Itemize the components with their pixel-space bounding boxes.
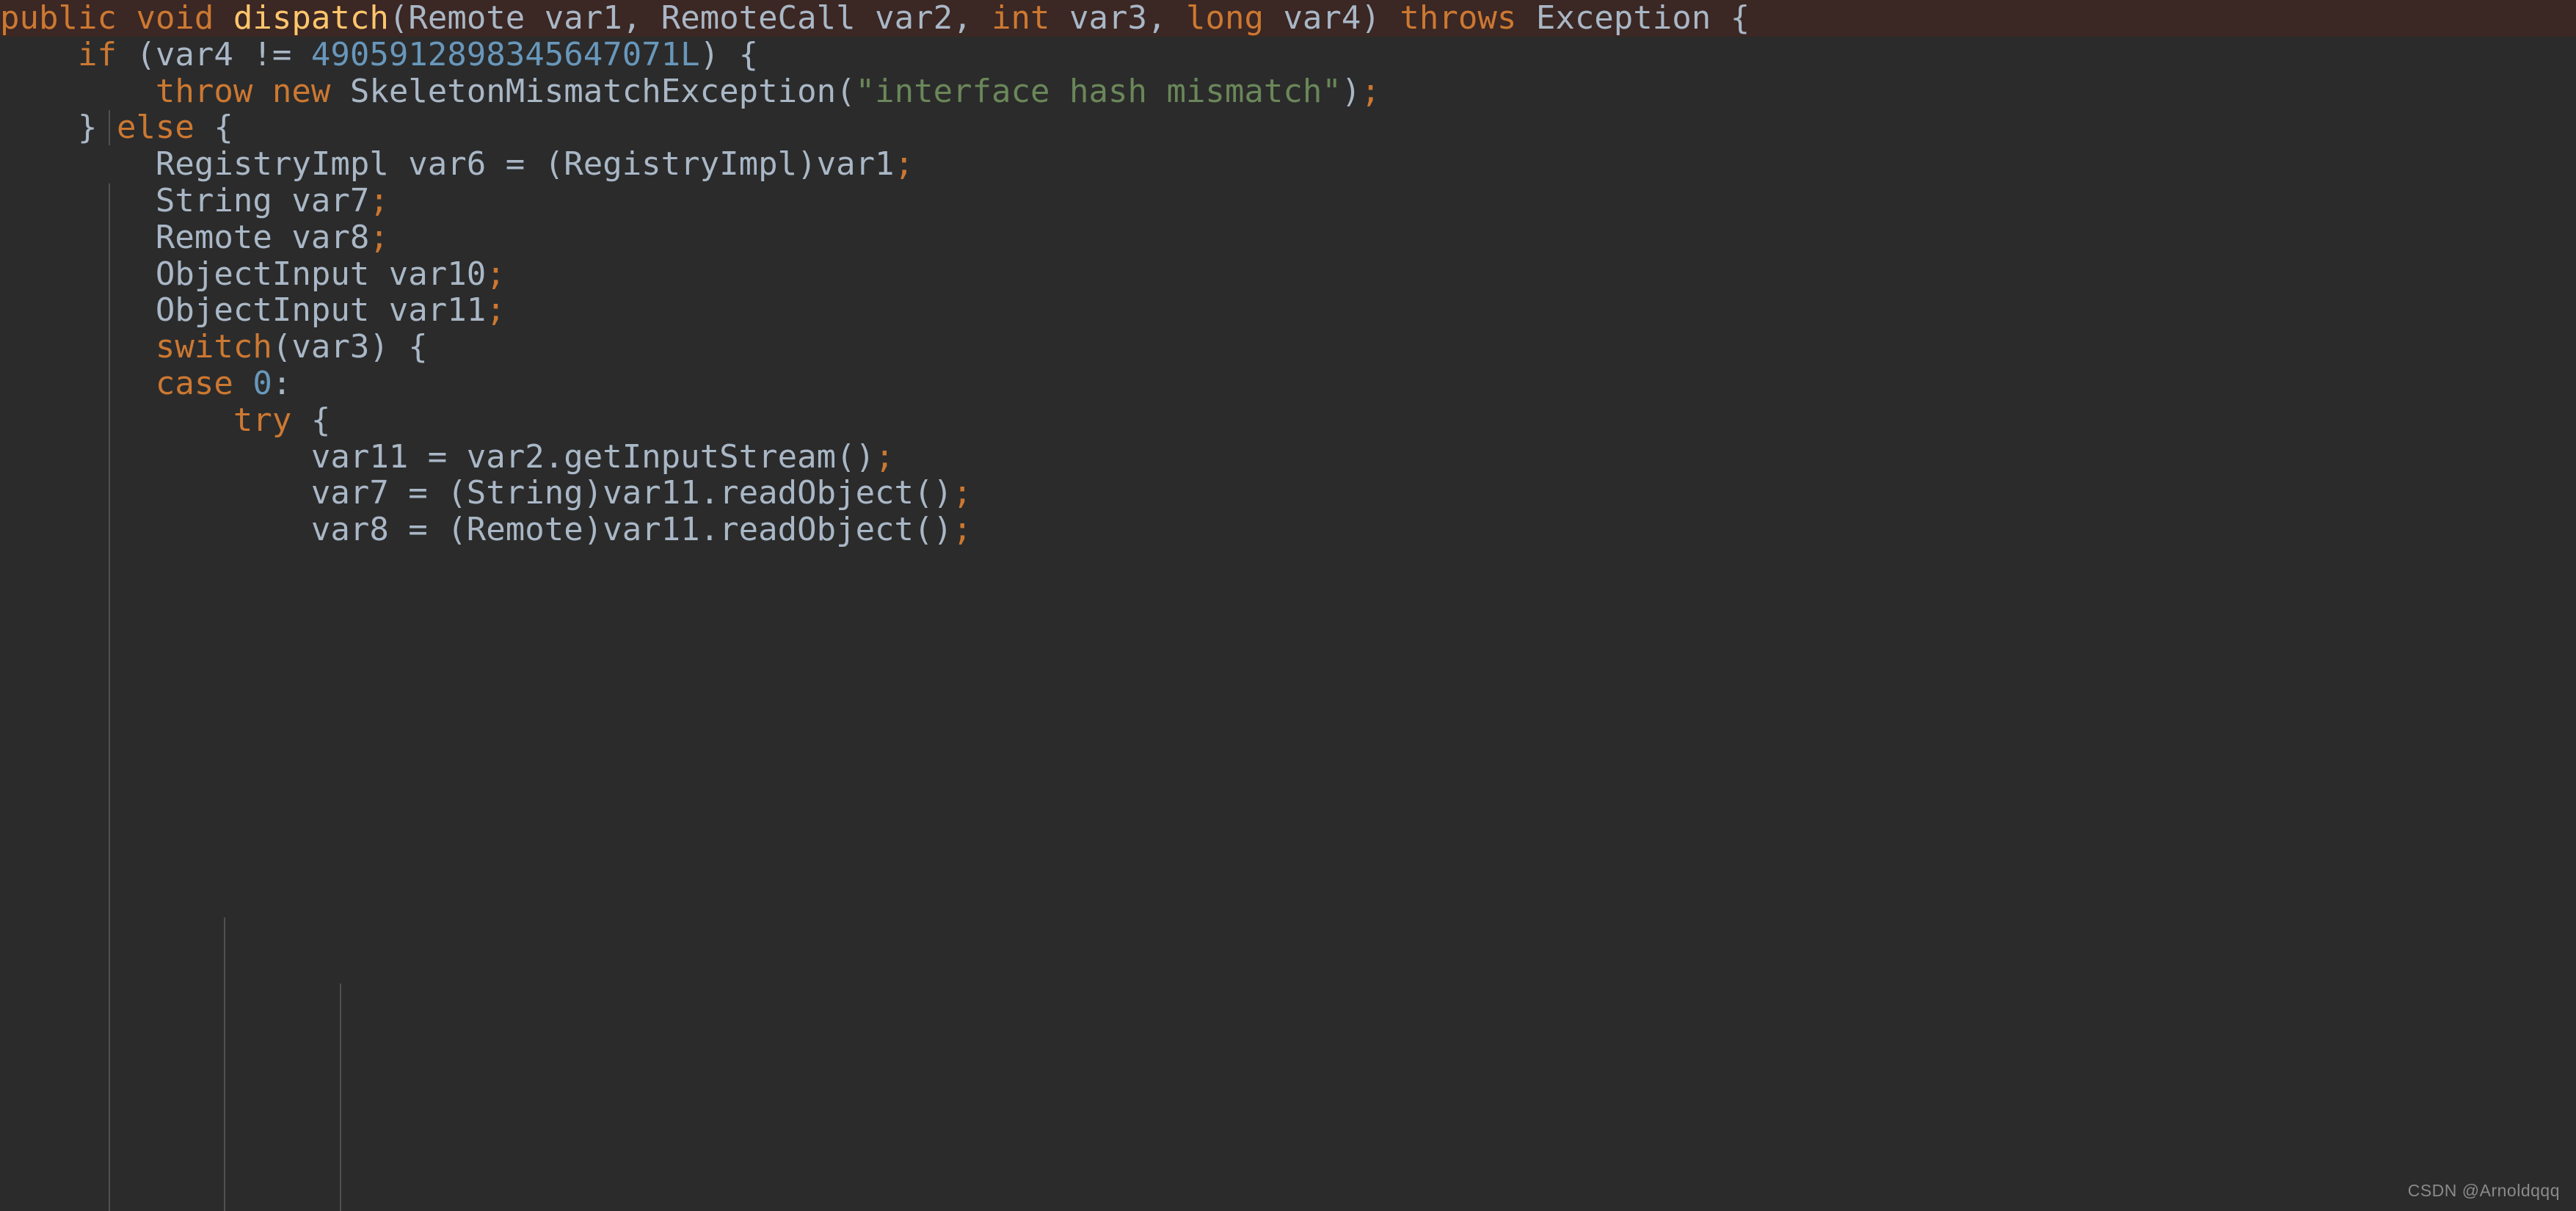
code-token-method: dispatch <box>233 0 389 37</box>
code-token-ident: var3, <box>1049 0 1186 37</box>
code-token-keyword: throws <box>1400 0 1517 37</box>
code-token-ident: var11 = var2.getInputStream() <box>310 437 876 476</box>
code-token-semi: ; <box>953 474 972 512</box>
code-token-ident: Remote var1, RemoteCall var2, <box>408 0 992 37</box>
code-token-keyword: throw <box>155 72 253 110</box>
code-token-ident: } <box>77 109 117 147</box>
code-token-ident: SkeletonMismatchException( <box>330 72 856 110</box>
code-line[interactable]: ObjectInput var11; <box>0 292 2576 329</box>
indent-guide <box>340 983 341 1211</box>
code-line[interactable]: var11 = var2.getInputStream(); <box>0 437 2576 476</box>
code-line[interactable]: ObjectInput var10; <box>0 255 2576 293</box>
code-line[interactable]: switch(var3) { <box>0 329 2576 366</box>
code-token-semi: ; <box>486 255 506 293</box>
code-token-semi: ; <box>1361 72 1380 110</box>
code-token-ident: var8 = (Remote)var11.readObject() <box>310 511 953 549</box>
code-token-semi: ; <box>953 511 972 549</box>
code-token-keyword: new <box>272 72 331 110</box>
code-token-ident: var7 = (String)var11.readObject() <box>310 474 953 512</box>
code-line[interactable]: String var7; <box>0 183 2576 219</box>
code-line[interactable]: public void dispatch(Remote var1, Remote… <box>0 0 2576 37</box>
code-line[interactable]: var8 = (Remote)var11.readObject(); <box>0 512 2576 548</box>
watermark-label: CSDN @Arnoldqqq <box>2407 1181 2560 1200</box>
code-token-ident: { <box>291 401 331 439</box>
code-token-semi: ; <box>369 181 389 219</box>
code-token-ident: ObjectInput var10 <box>155 255 487 293</box>
code-token-keyword: try <box>233 401 292 439</box>
code-token-keyword: void <box>136 0 214 37</box>
code-token-ident: String var7 <box>155 181 370 219</box>
code-token-string: "interface hash mismatch" <box>855 72 1342 110</box>
code-token-ident: Remote var8 <box>155 218 370 256</box>
code-token-keyword: else <box>116 109 194 147</box>
code-editor[interactable]: public void dispatch(Remote var1, Remote… <box>0 0 2576 1211</box>
code-token-semi: ; <box>369 218 389 256</box>
code-line[interactable]: if (var4 != 4905912898345647071L) { <box>0 35 2576 73</box>
code-token-ident: (var4 != <box>116 35 311 73</box>
code-token-keyword: case <box>155 364 233 402</box>
code-line[interactable]: RegistryImpl var6 = (RegistryImpl)var1; <box>0 146 2576 183</box>
code-line[interactable]: try { <box>0 401 2576 439</box>
code-token-semi: ; <box>894 145 914 183</box>
indent-guide <box>224 917 225 1211</box>
code-token-ident: (var3) { <box>272 328 428 366</box>
code-token-semi: ; <box>486 291 506 330</box>
code-token-semi: ; <box>875 437 895 476</box>
code-token-ident: Exception { <box>1516 0 1750 37</box>
code-token-ident: ) <box>1341 72 1361 110</box>
code-token-keyword: long <box>1185 0 1264 37</box>
code-token-ident: ObjectInput var11 <box>155 291 487 330</box>
code-token-number: 0 <box>252 364 272 402</box>
code-token-ident: ) { <box>699 35 759 73</box>
code-token-ident: var4) <box>1263 0 1400 37</box>
code-line[interactable]: } else { <box>0 109 2576 146</box>
code-lines[interactable]: public void dispatch(Remote var1, Remote… <box>0 0 2576 548</box>
code-token-keyword: int <box>992 0 1050 37</box>
code-token-ident: : <box>272 364 292 402</box>
code-line[interactable]: Remote var8; <box>0 219 2576 256</box>
code-token-ident: { <box>194 109 233 147</box>
code-token-number: 4905912898345647071L <box>310 35 700 73</box>
code-token-punct: ( <box>388 0 409 37</box>
code-token-ident: RegistryImpl var6 = (RegistryImpl)var1 <box>155 145 895 183</box>
code-token-keyword: switch <box>155 328 272 366</box>
code-token-keyword: if <box>77 35 117 73</box>
code-line[interactable]: case 0: <box>0 366 2576 402</box>
code-line[interactable]: throw new SkeletonMismatchException("int… <box>0 73 2576 110</box>
code-line[interactable]: var7 = (String)var11.readObject(); <box>0 475 2576 512</box>
code-lines-container[interactable]: public void dispatch(Remote var1, Remote… <box>0 0 2576 1211</box>
code-token-keyword: public <box>0 0 117 37</box>
